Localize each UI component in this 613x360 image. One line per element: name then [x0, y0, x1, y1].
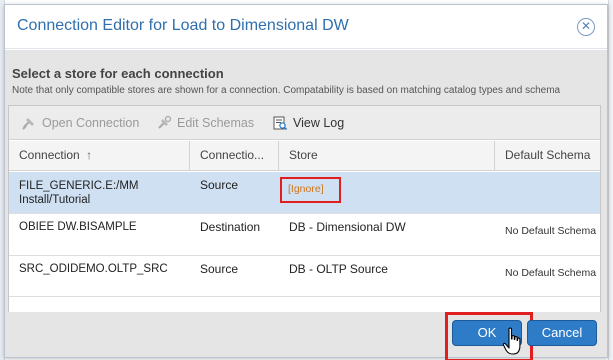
column-header-default-schema[interactable]: Default Schema [495, 141, 600, 170]
view-log-button[interactable]: View Log [272, 115, 344, 133]
direction-cell: Source [200, 262, 239, 276]
view-log-icon [273, 116, 288, 131]
table-row[interactable]: SRC_ODIDEMO.OLTP_SRC Source DB - OLTP So… [9, 256, 600, 297]
view-log-label: View Log [293, 116, 345, 130]
dialog-body: Select a store for each connection Note … [5, 50, 607, 313]
direction-cell: Source [200, 178, 239, 192]
open-connection-button[interactable]: Open Connection [21, 115, 139, 133]
dialog-footer: OK Cancel [5, 312, 607, 360]
connection-editor-dialog: Connection Editor for Load to Dimensiona… [4, 4, 608, 360]
connections-panel: Open Connection Edit Schemas View Log Co… [8, 105, 601, 313]
table-row[interactable]: FILE_GENERIC.E:/MM Install/Tutorial Sour… [9, 172, 600, 214]
toolbar: Open Connection Edit Schemas View Log [9, 106, 600, 140]
default-schema-cell [495, 172, 600, 182]
compatibility-note: Note that only compatible stores are sho… [12, 85, 561, 96]
default-schema-cell: No Default Schema [505, 225, 597, 237]
close-icon[interactable]: ✕ [577, 18, 595, 36]
open-connection-icon [22, 118, 34, 130]
dialog-title: Connection Editor for Load to Dimensiona… [17, 17, 349, 34]
cancel-button[interactable]: Cancel [527, 320, 597, 346]
background-right-strip [608, 0, 613, 360]
column-header-direction[interactable]: Connectio... [190, 141, 279, 170]
connection-cell: OBIEE DW.BISAMPLE [19, 221, 137, 233]
store-cell[interactable]: DB - OLTP Source [279, 256, 388, 276]
store-cell[interactable]: DB - Dimensional DW [279, 214, 406, 234]
table-row[interactable]: OBIEE DW.BISAMPLE Destination DB - Dimen… [9, 214, 600, 256]
hand-cursor-icon [502, 327, 521, 355]
connection-name-line2: Install/Tutorial [19, 194, 91, 206]
sort-ascending-icon: ↑ [86, 148, 93, 162]
edit-schemas-label: Edit Schemas [177, 116, 255, 130]
connection-name-line1: FILE_GENERIC.E:/MM [19, 180, 139, 192]
connection-cell: FILE_GENERIC.E:/MM Install/Tutorial [9, 172, 190, 207]
column-header-connection-label: Connection [19, 148, 80, 162]
edit-schemas-icon [158, 115, 172, 129]
edit-schemas-button[interactable]: Edit Schemas [156, 115, 254, 133]
table-header: Connection ↑ Connectio... Store Default … [9, 141, 600, 171]
default-schema-cell: No Default Schema [505, 267, 597, 279]
store-ignore-link[interactable]: [Ignore] [280, 177, 341, 203]
section-heading: Select a store for each connection [12, 66, 224, 81]
connection-cell: SRC_ODIDEMO.OLTP_SRC [19, 263, 168, 275]
dialog-titlebar: Connection Editor for Load to Dimensiona… [5, 5, 607, 49]
direction-cell: Destination [200, 220, 261, 234]
column-header-connection[interactable]: Connection ↑ [9, 141, 190, 170]
open-connection-label: Open Connection [42, 116, 140, 130]
column-header-store[interactable]: Store [279, 141, 495, 170]
